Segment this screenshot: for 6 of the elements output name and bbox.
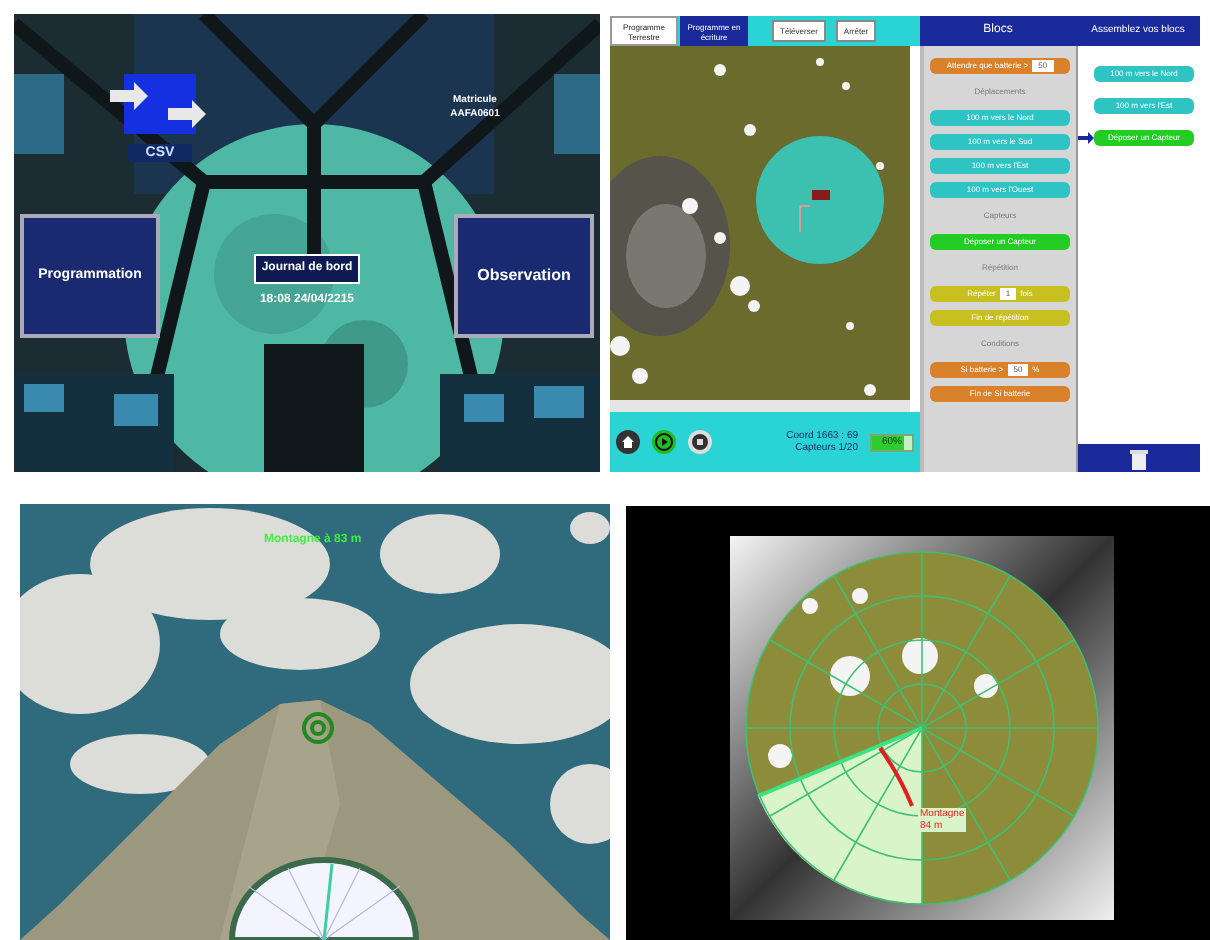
home-icon[interactable]	[616, 430, 640, 454]
trash-icon[interactable]	[1130, 447, 1148, 469]
mode-button[interactable]: Observation	[454, 214, 594, 338]
crosshair-icon	[300, 710, 336, 746]
play-icon[interactable]	[652, 430, 676, 454]
stop-icon[interactable]	[688, 430, 712, 454]
